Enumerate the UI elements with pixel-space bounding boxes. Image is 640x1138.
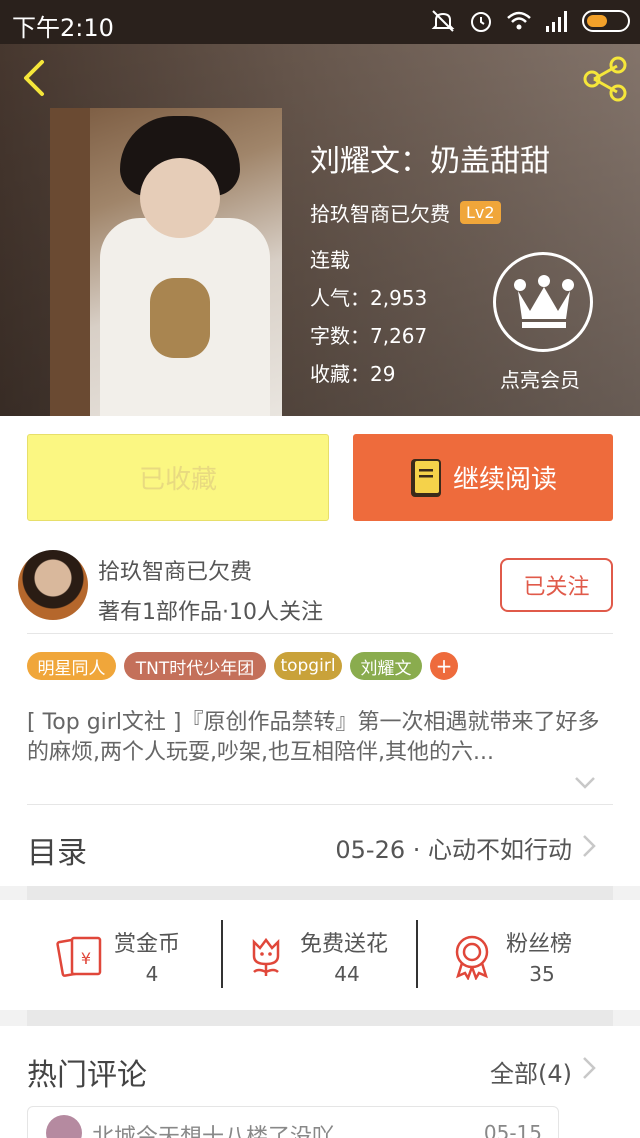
catalog-label: 目录 bbox=[27, 836, 87, 871]
favorite-button-label: 已收藏 bbox=[138, 465, 217, 495]
continue-reading-button[interactable]: 继续阅读 bbox=[353, 434, 613, 521]
signal-icon bbox=[546, 11, 567, 32]
follow-button-label: 已关注 bbox=[523, 575, 590, 600]
tag-item[interactable]: TNT时代少年团 bbox=[124, 652, 266, 680]
book-popularity: 人气：2,953 bbox=[310, 286, 428, 310]
fan-ranking-stat[interactable]: 粉丝榜 35 bbox=[448, 920, 598, 992]
stat-name: 免费送花 bbox=[300, 932, 389, 957]
hot-comments-section: 热门评论 全部(4) 北城今天想十八楼了没吖 05-15 bbox=[0, 1026, 640, 1138]
level-badge: Lv2 bbox=[460, 201, 501, 224]
synopsis-section[interactable]: [ Top girl文社 ]『原创作品禁转』第一次相遇就带来了好多的麻烦,两个人… bbox=[0, 700, 640, 806]
vip-button[interactable] bbox=[493, 252, 593, 352]
comment-text: 北城今天想十八楼了没吖 bbox=[92, 1125, 335, 1138]
flower-icon bbox=[252, 937, 280, 976]
svg-text:¥: ¥ bbox=[81, 949, 91, 968]
status-time: 下午2:10 bbox=[12, 14, 114, 42]
chevron-right-icon bbox=[583, 835, 596, 857]
free-flowers-stat[interactable]: 免费送花 44 bbox=[242, 920, 412, 992]
section-gap bbox=[27, 886, 613, 900]
book-author[interactable]: 拾玖智商已欠费 bbox=[310, 198, 450, 227]
stat-name: 赏金币 bbox=[114, 932, 181, 957]
follow-button[interactable]: 已关注 bbox=[500, 558, 613, 612]
hot-comments-label: 热门评论 bbox=[27, 1058, 147, 1093]
catalog-row[interactable]: 目录 05-26 · 心动不如行动 bbox=[0, 806, 640, 886]
book-cover[interactable] bbox=[50, 108, 282, 416]
battery-icon bbox=[582, 10, 630, 32]
vip-label[interactable]: 点亮会员 bbox=[500, 364, 580, 393]
medal-icon bbox=[455, 935, 489, 980]
book-author-line: 拾玖智商已欠费 Lv2 bbox=[310, 198, 501, 227]
book-icon bbox=[410, 458, 441, 497]
tag-item[interactable]: 刘耀文 bbox=[350, 652, 422, 680]
alarm-icon bbox=[471, 12, 491, 32]
book-title: 刘耀文：奶盖甜甜 bbox=[310, 144, 550, 179]
wifi-icon bbox=[507, 11, 531, 30]
mute-icon bbox=[431, 10, 455, 32]
reward-coins-stat[interactable]: ¥ 赏金币 4 bbox=[56, 920, 206, 992]
stat-value: 44 bbox=[334, 962, 360, 986]
divider bbox=[416, 920, 418, 988]
stats-row: ¥ 赏金币 4 免费送花 44 粉丝榜 35 bbox=[0, 900, 640, 1010]
back-icon[interactable] bbox=[14, 56, 58, 100]
action-bar: 已收藏 继续阅读 bbox=[0, 416, 640, 536]
status-icons bbox=[430, 8, 630, 34]
author-card: 拾玖智商已欠费 著有1部作品·10人关注 已关注 bbox=[0, 536, 640, 634]
chevron-down-icon[interactable] bbox=[574, 776, 596, 790]
chevron-right-icon[interactable] bbox=[582, 1056, 596, 1080]
section-gap bbox=[27, 1010, 613, 1026]
divider bbox=[27, 804, 613, 805]
book-header: 刘耀文：奶盖甜甜 拾玖智商已欠费 Lv2 连载 人气：2,953 字数：7,26… bbox=[0, 44, 640, 416]
share-icon[interactable] bbox=[580, 54, 630, 104]
tag-item[interactable]: 明星同人 bbox=[27, 652, 116, 680]
author-stats: 著有1部作品·10人关注 bbox=[98, 600, 323, 625]
crown-icon bbox=[514, 275, 574, 328]
stat-value: 35 bbox=[529, 962, 555, 986]
favorite-button[interactable]: 已收藏 bbox=[27, 434, 329, 521]
book-word-count: 字数：7,267 bbox=[310, 324, 428, 348]
latest-chapter[interactable]: 05-26 · 心动不如行动 bbox=[335, 830, 572, 865]
red-envelope-icon: ¥ bbox=[56, 936, 102, 977]
book-favorites: 收藏：29 bbox=[310, 362, 396, 386]
stat-name: 粉丝榜 bbox=[506, 932, 573, 957]
synopsis-text: [ Top girl文社 ]『原创作品禁转』第一次相遇就带来了好多的麻烦,两个人… bbox=[27, 710, 600, 765]
all-comments-link[interactable]: 全部(4) bbox=[490, 1054, 572, 1089]
comment-date: 05-15 bbox=[483, 1121, 542, 1138]
status-bar: 下午2:10 bbox=[0, 0, 640, 44]
author-avatar[interactable] bbox=[18, 550, 88, 620]
add-tag-button[interactable]: + bbox=[430, 652, 458, 680]
stat-value: 4 bbox=[145, 962, 159, 986]
tag-item[interactable]: topgirl bbox=[274, 652, 342, 680]
book-status: 连载 bbox=[310, 248, 350, 272]
continue-reading-label: 继续阅读 bbox=[452, 465, 557, 495]
divider bbox=[221, 920, 223, 988]
tag-list: 明星同人 TNT时代少年团 topgirl 刘耀文 + bbox=[0, 634, 640, 700]
commenter-avatar[interactable] bbox=[46, 1115, 82, 1138]
comment-item[interactable]: 北城今天想十八楼了没吖 05-15 bbox=[27, 1106, 559, 1138]
author-name[interactable]: 拾玖智商已欠费 bbox=[98, 554, 252, 586]
